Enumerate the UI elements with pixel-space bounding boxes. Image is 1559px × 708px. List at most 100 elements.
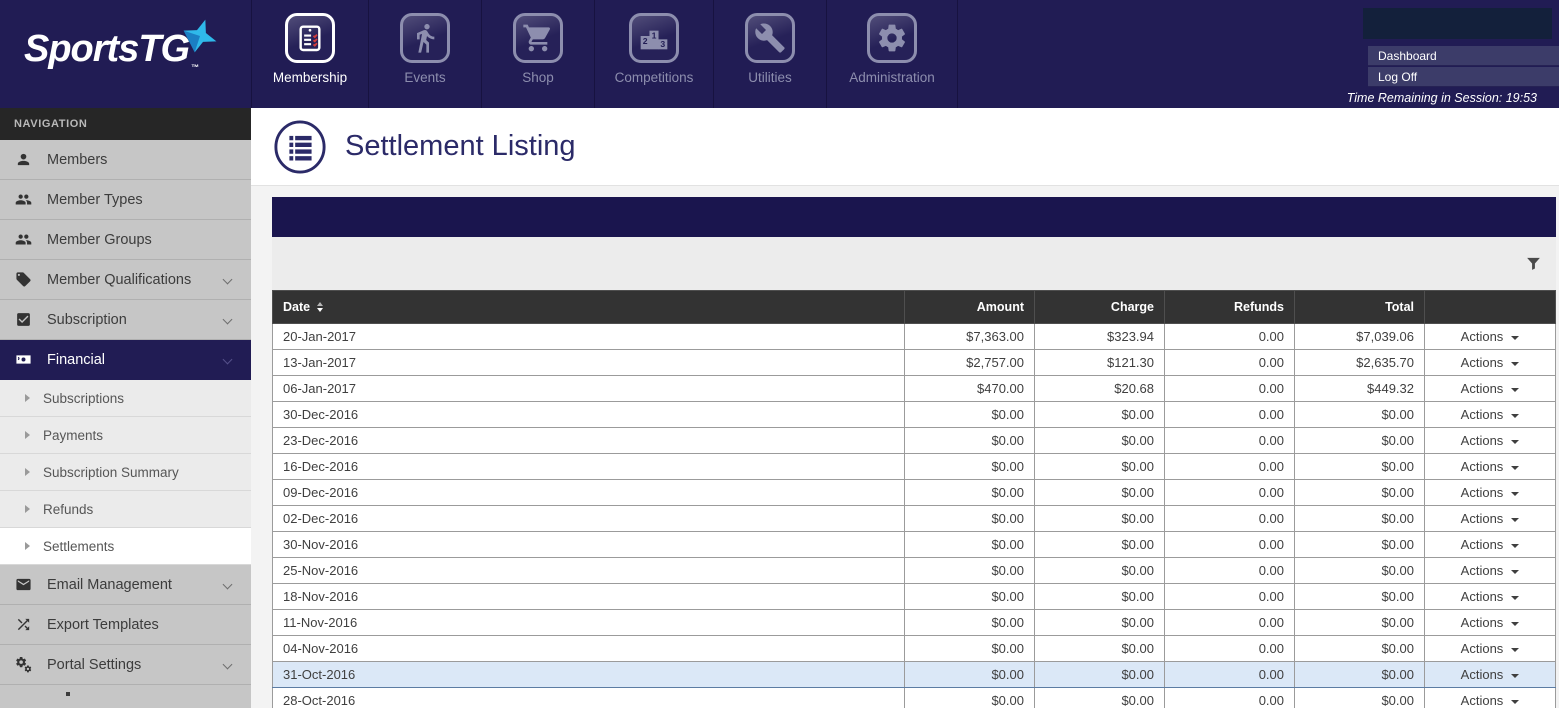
sidebar-subitem-settlements[interactable]: Settlements xyxy=(0,528,251,565)
nav-label: Shop xyxy=(522,70,554,85)
actions-label: Actions xyxy=(1460,667,1504,682)
sidebar-item-export-templates[interactable]: Export Templates xyxy=(0,605,251,645)
column-header-charge[interactable]: Charge xyxy=(1034,290,1165,324)
sidebar-item-label: Member Types xyxy=(47,191,143,208)
row-actions-button[interactable]: Actions xyxy=(1461,589,1520,604)
sidebar-item-label: Email Management xyxy=(47,576,172,593)
cell-total: $0.00 xyxy=(1294,609,1425,636)
cell-actions: Actions xyxy=(1424,349,1556,376)
top-nav-competitions[interactable]: 1 2 3 Competitions xyxy=(594,0,713,108)
sidebar-item-label: Member Qualifications xyxy=(47,271,192,288)
sidebar-item-financial[interactable]: Financial xyxy=(0,340,251,380)
column-header-amount[interactable]: Amount xyxy=(904,290,1035,324)
sidebar-item-email-management[interactable]: Email Management xyxy=(0,565,251,605)
log-off-menu-item[interactable]: Log Off xyxy=(1368,67,1559,87)
cell-total: $0.00 xyxy=(1294,583,1425,610)
cell-actions: Actions xyxy=(1424,401,1556,428)
filter-funnel-icon[interactable] xyxy=(1525,255,1542,272)
table-row[interactable]: 31-Oct-2016 $0.00 $0.00 0.00 $0.00 Actio… xyxy=(272,661,1556,688)
dashboard-menu-item[interactable]: Dashboard xyxy=(1368,46,1559,66)
sidebar-item-subscription[interactable]: Subscription xyxy=(0,300,251,340)
table-row[interactable]: 23-Dec-2016 $0.00 $0.00 0.00 $0.00 Actio… xyxy=(272,427,1556,454)
column-header-date[interactable]: Date xyxy=(272,290,905,324)
row-actions-button[interactable]: Actions xyxy=(1461,485,1520,500)
caret-right-icon xyxy=(25,542,30,550)
table-row[interactable]: 18-Nov-2016 $0.00 $0.00 0.00 $0.00 Actio… xyxy=(272,583,1556,610)
envelope-icon xyxy=(16,578,31,591)
table-row[interactable]: 30-Nov-2016 $0.00 $0.00 0.00 $0.00 Actio… xyxy=(272,531,1556,558)
cell-charge: $0.00 xyxy=(1034,557,1165,584)
actions-label: Actions xyxy=(1460,511,1504,526)
table-row[interactable]: 04-Nov-2016 $0.00 $0.00 0.00 $0.00 Actio… xyxy=(272,635,1556,662)
table-row[interactable]: 30-Dec-2016 $0.00 $0.00 0.00 $0.00 Actio… xyxy=(272,401,1556,428)
sidebar-subitem-payments[interactable]: Payments xyxy=(0,417,251,454)
actions-label: Actions xyxy=(1460,615,1504,630)
cell-total: $0.00 xyxy=(1294,479,1425,506)
logo-trademark: ™ xyxy=(191,62,199,72)
sidebar-item-portal-settings[interactable]: Portal Settings xyxy=(0,645,251,685)
row-actions-button[interactable]: Actions xyxy=(1461,511,1520,526)
actions-label: Actions xyxy=(1460,537,1504,552)
actions-label: Actions xyxy=(1460,381,1504,396)
row-actions-button[interactable]: Actions xyxy=(1461,667,1520,682)
dropdown-arrow-icon xyxy=(1511,335,1520,340)
row-actions-button[interactable]: Actions xyxy=(1461,563,1520,578)
shuffle-icon xyxy=(17,618,30,631)
column-header-refunds[interactable]: Refunds xyxy=(1164,290,1295,324)
table-row[interactable]: 09-Dec-2016 $0.00 $0.00 0.00 $0.00 Actio… xyxy=(272,479,1556,506)
sidebar-item-label: Export Templates xyxy=(47,616,159,633)
cell-refunds: 0.00 xyxy=(1164,427,1295,454)
cell-refunds: 0.00 xyxy=(1164,401,1295,428)
dropdown-arrow-icon xyxy=(1511,543,1520,548)
cell-refunds: 0.00 xyxy=(1164,505,1295,532)
group-icon xyxy=(15,194,32,205)
sidebar-item-member-qualifications[interactable]: Member Qualifications xyxy=(0,260,251,300)
membership-clipboard-icon xyxy=(285,13,335,63)
table-row[interactable]: 25-Nov-2016 $0.00 $0.00 0.00 $0.00 Actio… xyxy=(272,557,1556,584)
row-actions-button[interactable]: Actions xyxy=(1461,355,1520,370)
row-actions-button[interactable]: Actions xyxy=(1461,615,1520,630)
sidebar-item-members[interactable]: Members xyxy=(0,140,251,180)
top-nav-membership[interactable]: Membership xyxy=(251,0,368,108)
top-nav-administration[interactable]: Administration xyxy=(826,0,958,108)
table-row[interactable]: 20-Jan-2017 $7,363.00 $323.94 0.00 $7,03… xyxy=(272,323,1556,350)
table-row[interactable]: 11-Nov-2016 $0.00 $0.00 0.00 $0.00 Actio… xyxy=(272,609,1556,636)
table-row[interactable]: 02-Dec-2016 $0.00 $0.00 0.00 $0.00 Actio… xyxy=(272,505,1556,532)
chevron-down-icon xyxy=(222,579,233,590)
top-nav-utilities[interactable]: Utilities xyxy=(713,0,826,108)
cell-refunds: 0.00 xyxy=(1164,687,1295,708)
row-actions-button[interactable]: Actions xyxy=(1461,693,1520,708)
cell-refunds: 0.00 xyxy=(1164,375,1295,402)
sidebar-subitem-refunds[interactable]: Refunds xyxy=(0,491,251,528)
caret-right-icon xyxy=(25,505,30,513)
sidebar-subitem-subscriptions[interactable]: Subscriptions xyxy=(0,380,251,417)
chevron-down-icon xyxy=(222,274,233,285)
top-nav: Membership Events Shop 1 2 3 Competition… xyxy=(251,0,958,108)
column-header-total[interactable]: Total xyxy=(1294,290,1425,324)
cell-actions: Actions xyxy=(1424,323,1556,350)
cell-total: $0.00 xyxy=(1294,531,1425,558)
logo-text: SportsTG xyxy=(24,28,190,70)
row-actions-button[interactable]: Actions xyxy=(1461,537,1520,552)
row-actions-button[interactable]: Actions xyxy=(1461,641,1520,656)
sidebar-item-member-types[interactable]: Member Types xyxy=(0,180,251,220)
sidebar-subitem-subscription-summary[interactable]: Subscription Summary xyxy=(0,454,251,491)
partial-icon xyxy=(66,692,70,696)
row-actions-button[interactable]: Actions xyxy=(1461,459,1520,474)
top-nav-shop[interactable]: Shop xyxy=(481,0,594,108)
table-row[interactable]: 06-Jan-2017 $470.00 $20.68 0.00 $449.32 … xyxy=(272,375,1556,402)
table-row[interactable]: 28-Oct-2016 $0.00 $0.00 0.00 $0.00 Actio… xyxy=(272,687,1556,708)
table-row[interactable]: 16-Dec-2016 $0.00 $0.00 0.00 $0.00 Actio… xyxy=(272,453,1556,480)
dropdown-arrow-icon xyxy=(1511,387,1520,392)
filter-bar xyxy=(272,237,1556,290)
table-row[interactable]: 13-Jan-2017 $2,757.00 $121.30 0.00 $2,63… xyxy=(272,349,1556,376)
top-nav-events[interactable]: Events xyxy=(368,0,481,108)
sidebar-item-member-groups[interactable]: Member Groups xyxy=(0,220,251,260)
row-actions-button[interactable]: Actions xyxy=(1461,381,1520,396)
row-actions-button[interactable]: Actions xyxy=(1461,433,1520,448)
row-actions-button[interactable]: Actions xyxy=(1461,407,1520,422)
dropdown-arrow-icon xyxy=(1511,699,1520,704)
cell-amount: $0.00 xyxy=(904,635,1035,662)
row-actions-button[interactable]: Actions xyxy=(1461,329,1520,344)
sidebar-header: NAVIGATION xyxy=(0,108,251,140)
